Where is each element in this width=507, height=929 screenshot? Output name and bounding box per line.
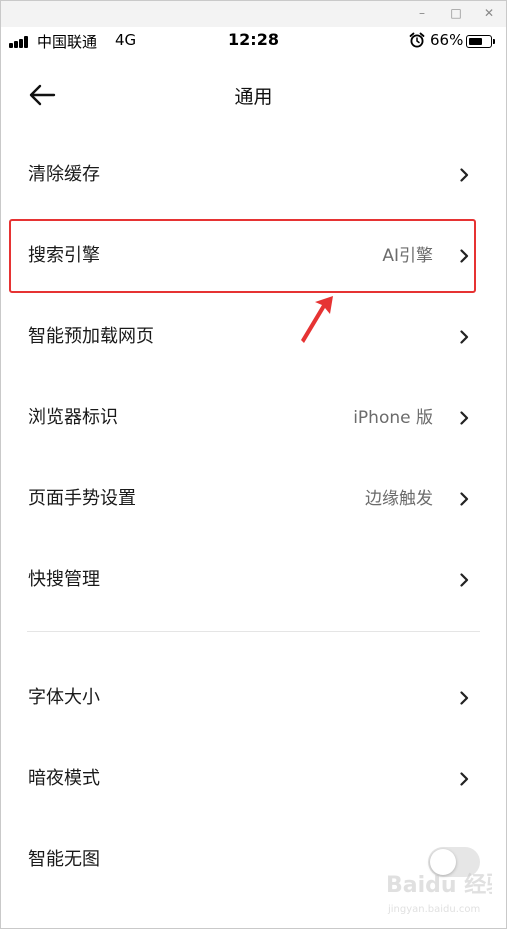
setting-label: 暗夜模式 <box>28 768 100 789</box>
page-title: 通用 <box>234 86 273 108</box>
setting-row-page-gesture[interactable]: 页面手势设置 边缘触发 <box>0 459 507 540</box>
chevron-right-icon <box>460 411 469 425</box>
watermark-brand: Baidu 经验 <box>386 872 492 898</box>
setting-row-quick-search[interactable]: 快搜管理 <box>0 540 507 621</box>
annotation-arrow-icon <box>301 296 333 343</box>
setting-label: 字体大小 <box>28 687 100 708</box>
settings-list: 清除缓存 搜索引擎 AI引擎 智能预加载网页 浏览器标识 iPhone 版 页面… <box>0 135 507 901</box>
chevron-right-icon <box>460 573 469 587</box>
setting-value: iPhone 版 <box>353 408 433 428</box>
setting-label: 快搜管理 <box>28 569 100 590</box>
chevron-right-icon <box>460 492 469 506</box>
window-title-bar: – □ ✕ <box>0 0 507 27</box>
setting-row-font-size[interactable]: 字体大小 <box>0 658 507 739</box>
setting-row-browser-ua[interactable]: 浏览器标识 iPhone 版 <box>0 378 507 459</box>
watermark-url: jingyan.baidu.com <box>387 904 480 915</box>
chevron-right-icon <box>460 249 469 263</box>
setting-row-smart-preload[interactable]: 智能预加载网页 <box>0 297 507 378</box>
chevron-right-icon <box>460 772 469 786</box>
setting-value: AI引擎 <box>382 246 433 266</box>
setting-label: 浏览器标识 <box>28 407 118 428</box>
battery-cap <box>493 39 495 44</box>
battery-icon <box>466 35 492 48</box>
chevron-right-icon <box>460 168 469 182</box>
minimize-button[interactable]: – <box>411 4 433 22</box>
setting-row-search-engine[interactable]: 搜索引擎 AI引擎 <box>0 216 507 297</box>
setting-value: 边缘触发 <box>365 489 433 509</box>
battery-percentage: 66% <box>430 31 464 49</box>
battery-level-fill <box>468 37 482 45</box>
chevron-right-icon <box>460 330 469 344</box>
setting-label: 搜索引擎 <box>28 245 100 266</box>
maximize-button[interactable]: □ <box>445 4 467 22</box>
setting-label: 页面手势设置 <box>28 488 136 509</box>
setting-label: 智能无图 <box>28 849 100 870</box>
baidu-jingyan-watermark: Baidu 经验 jingyan.baidu.com <box>386 872 492 915</box>
setting-row-dark-mode[interactable]: 暗夜模式 <box>0 739 507 820</box>
setting-label: 智能预加载网页 <box>28 326 154 347</box>
status-bar: 中国联通 4G 12:28 66% <box>0 27 507 55</box>
section-divider <box>27 631 480 632</box>
alarm-clock-icon <box>409 32 425 48</box>
nav-header: 通用 <box>0 55 507 135</box>
setting-row-clear-cache[interactable]: 清除缓存 <box>0 135 507 216</box>
chevron-right-icon <box>460 691 469 705</box>
setting-label: 清除缓存 <box>28 164 100 185</box>
close-window-button[interactable]: ✕ <box>478 4 500 22</box>
